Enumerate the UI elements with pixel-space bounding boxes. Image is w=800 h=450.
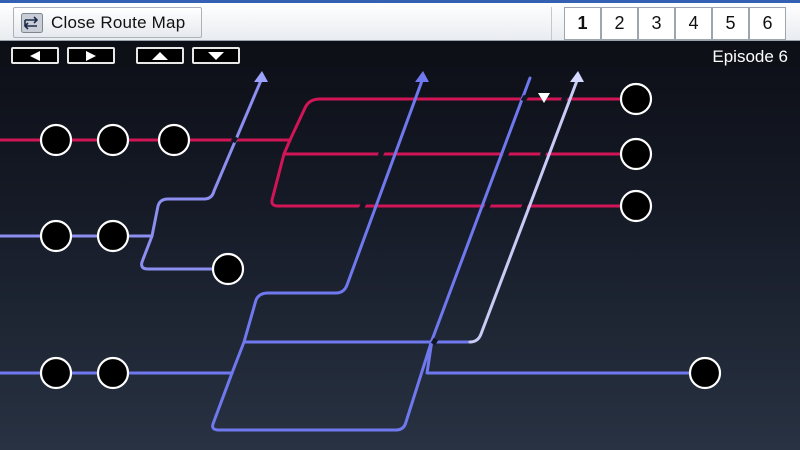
route-node[interactable] bbox=[619, 189, 653, 223]
tab-1[interactable]: 1 bbox=[564, 7, 601, 40]
red-route-upper bbox=[288, 97, 638, 142]
red-route-middle bbox=[282, 138, 638, 156]
lavender-route-up bbox=[150, 76, 264, 238]
gap-a bbox=[230, 135, 239, 144]
scroll-up-button[interactable] bbox=[136, 47, 184, 64]
route-map bbox=[0, 71, 722, 432]
arrow-up-icon bbox=[415, 71, 429, 82]
tab-4[interactable]: 4 bbox=[675, 7, 712, 40]
up-arrow-icon bbox=[152, 51, 168, 60]
gap-c bbox=[358, 201, 367, 211]
route-node[interactable] bbox=[211, 252, 245, 286]
blue-route-northeast bbox=[430, 76, 532, 342]
red-route-lower bbox=[270, 152, 638, 208]
gap-h bbox=[539, 148, 548, 158]
gap-e bbox=[502, 148, 511, 158]
episode-tabs: 1 2 3 4 5 6 bbox=[551, 7, 800, 40]
arrow-up-icon bbox=[570, 71, 584, 82]
route-node[interactable] bbox=[619, 82, 653, 116]
gap-d bbox=[483, 201, 492, 211]
gap-g bbox=[520, 201, 529, 211]
tab-3[interactable]: 3 bbox=[638, 7, 675, 40]
route-node[interactable] bbox=[96, 123, 130, 157]
close-route-map-button[interactable]: Close Route Map bbox=[13, 7, 202, 38]
lavender-routes bbox=[0, 76, 264, 271]
crossing-gaps bbox=[230, 94, 569, 346]
gap-i bbox=[560, 94, 569, 103]
route-node[interactable] bbox=[157, 123, 191, 157]
gap-b bbox=[377, 148, 386, 158]
episode-label: Episode 6 bbox=[712, 47, 788, 66]
scroll-left-button[interactable] bbox=[11, 47, 59, 64]
route-node[interactable] bbox=[96, 219, 130, 253]
down-arrow-icon bbox=[208, 51, 224, 60]
blue-route-mid bbox=[230, 340, 472, 375]
route-node[interactable] bbox=[39, 356, 73, 390]
red-routes bbox=[0, 97, 638, 208]
arrow-up-icon bbox=[254, 71, 268, 82]
route-node[interactable] bbox=[39, 123, 73, 157]
scroll-down-button[interactable] bbox=[192, 47, 240, 64]
close-route-map-label: Close Route Map bbox=[51, 12, 186, 32]
blue-route-bottom-loop bbox=[211, 338, 434, 432]
tab-6[interactable]: 6 bbox=[749, 7, 786, 40]
blue-route-east bbox=[425, 338, 707, 375]
route-node[interactable] bbox=[619, 137, 653, 171]
route-node[interactable] bbox=[96, 356, 130, 390]
route-map-icon bbox=[21, 12, 43, 33]
left-arrow-icon bbox=[30, 50, 40, 61]
white-routes bbox=[468, 76, 580, 344]
top-toolbar: Close Route Map 1 2 3 4 5 6 bbox=[0, 0, 800, 41]
gap-f bbox=[520, 94, 529, 103]
right-arrow-icon bbox=[86, 50, 96, 61]
blue-route-up bbox=[242, 76, 425, 344]
tab-2[interactable]: 2 bbox=[601, 7, 638, 40]
gap-j bbox=[430, 337, 439, 346]
scroll-right-button[interactable] bbox=[67, 47, 115, 64]
route-node[interactable] bbox=[39, 219, 73, 253]
tab-5[interactable]: 5 bbox=[712, 7, 749, 40]
white-route-up bbox=[468, 76, 580, 344]
route-node[interactable] bbox=[688, 356, 722, 390]
